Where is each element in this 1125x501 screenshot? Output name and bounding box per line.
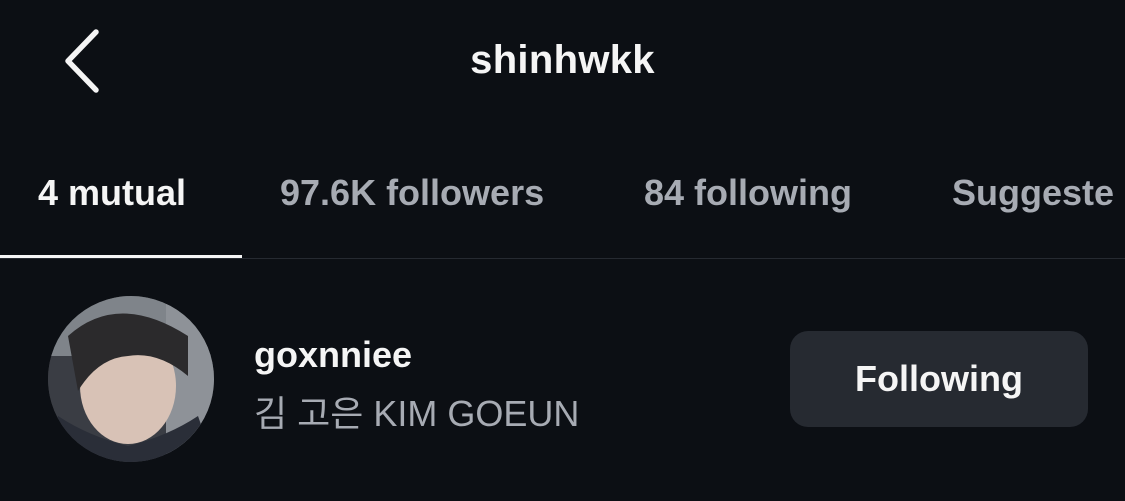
- header: shinhwkk: [0, 0, 1125, 128]
- tab-following[interactable]: 84 following: [644, 172, 852, 214]
- avatar-image: [48, 296, 214, 462]
- list-item-full-name: 김 고은 KIM GOEUN: [254, 393, 580, 434]
- tab-mutual[interactable]: 4 mutual: [38, 172, 186, 214]
- list-item[interactable]: goxnniee 김 고은 KIM GOEUN Following: [0, 258, 1125, 501]
- tab-suggested[interactable]: Suggeste: [952, 172, 1114, 214]
- list-item-username[interactable]: goxnniee: [254, 334, 412, 376]
- page-title: shinhwkk: [470, 38, 655, 82]
- tab-bar: 4 mutual 97.6K followers 84 following Su…: [0, 150, 1125, 259]
- tab-followers[interactable]: 97.6K followers: [280, 172, 544, 214]
- following-button[interactable]: Following: [790, 331, 1088, 427]
- avatar[interactable]: [48, 296, 214, 462]
